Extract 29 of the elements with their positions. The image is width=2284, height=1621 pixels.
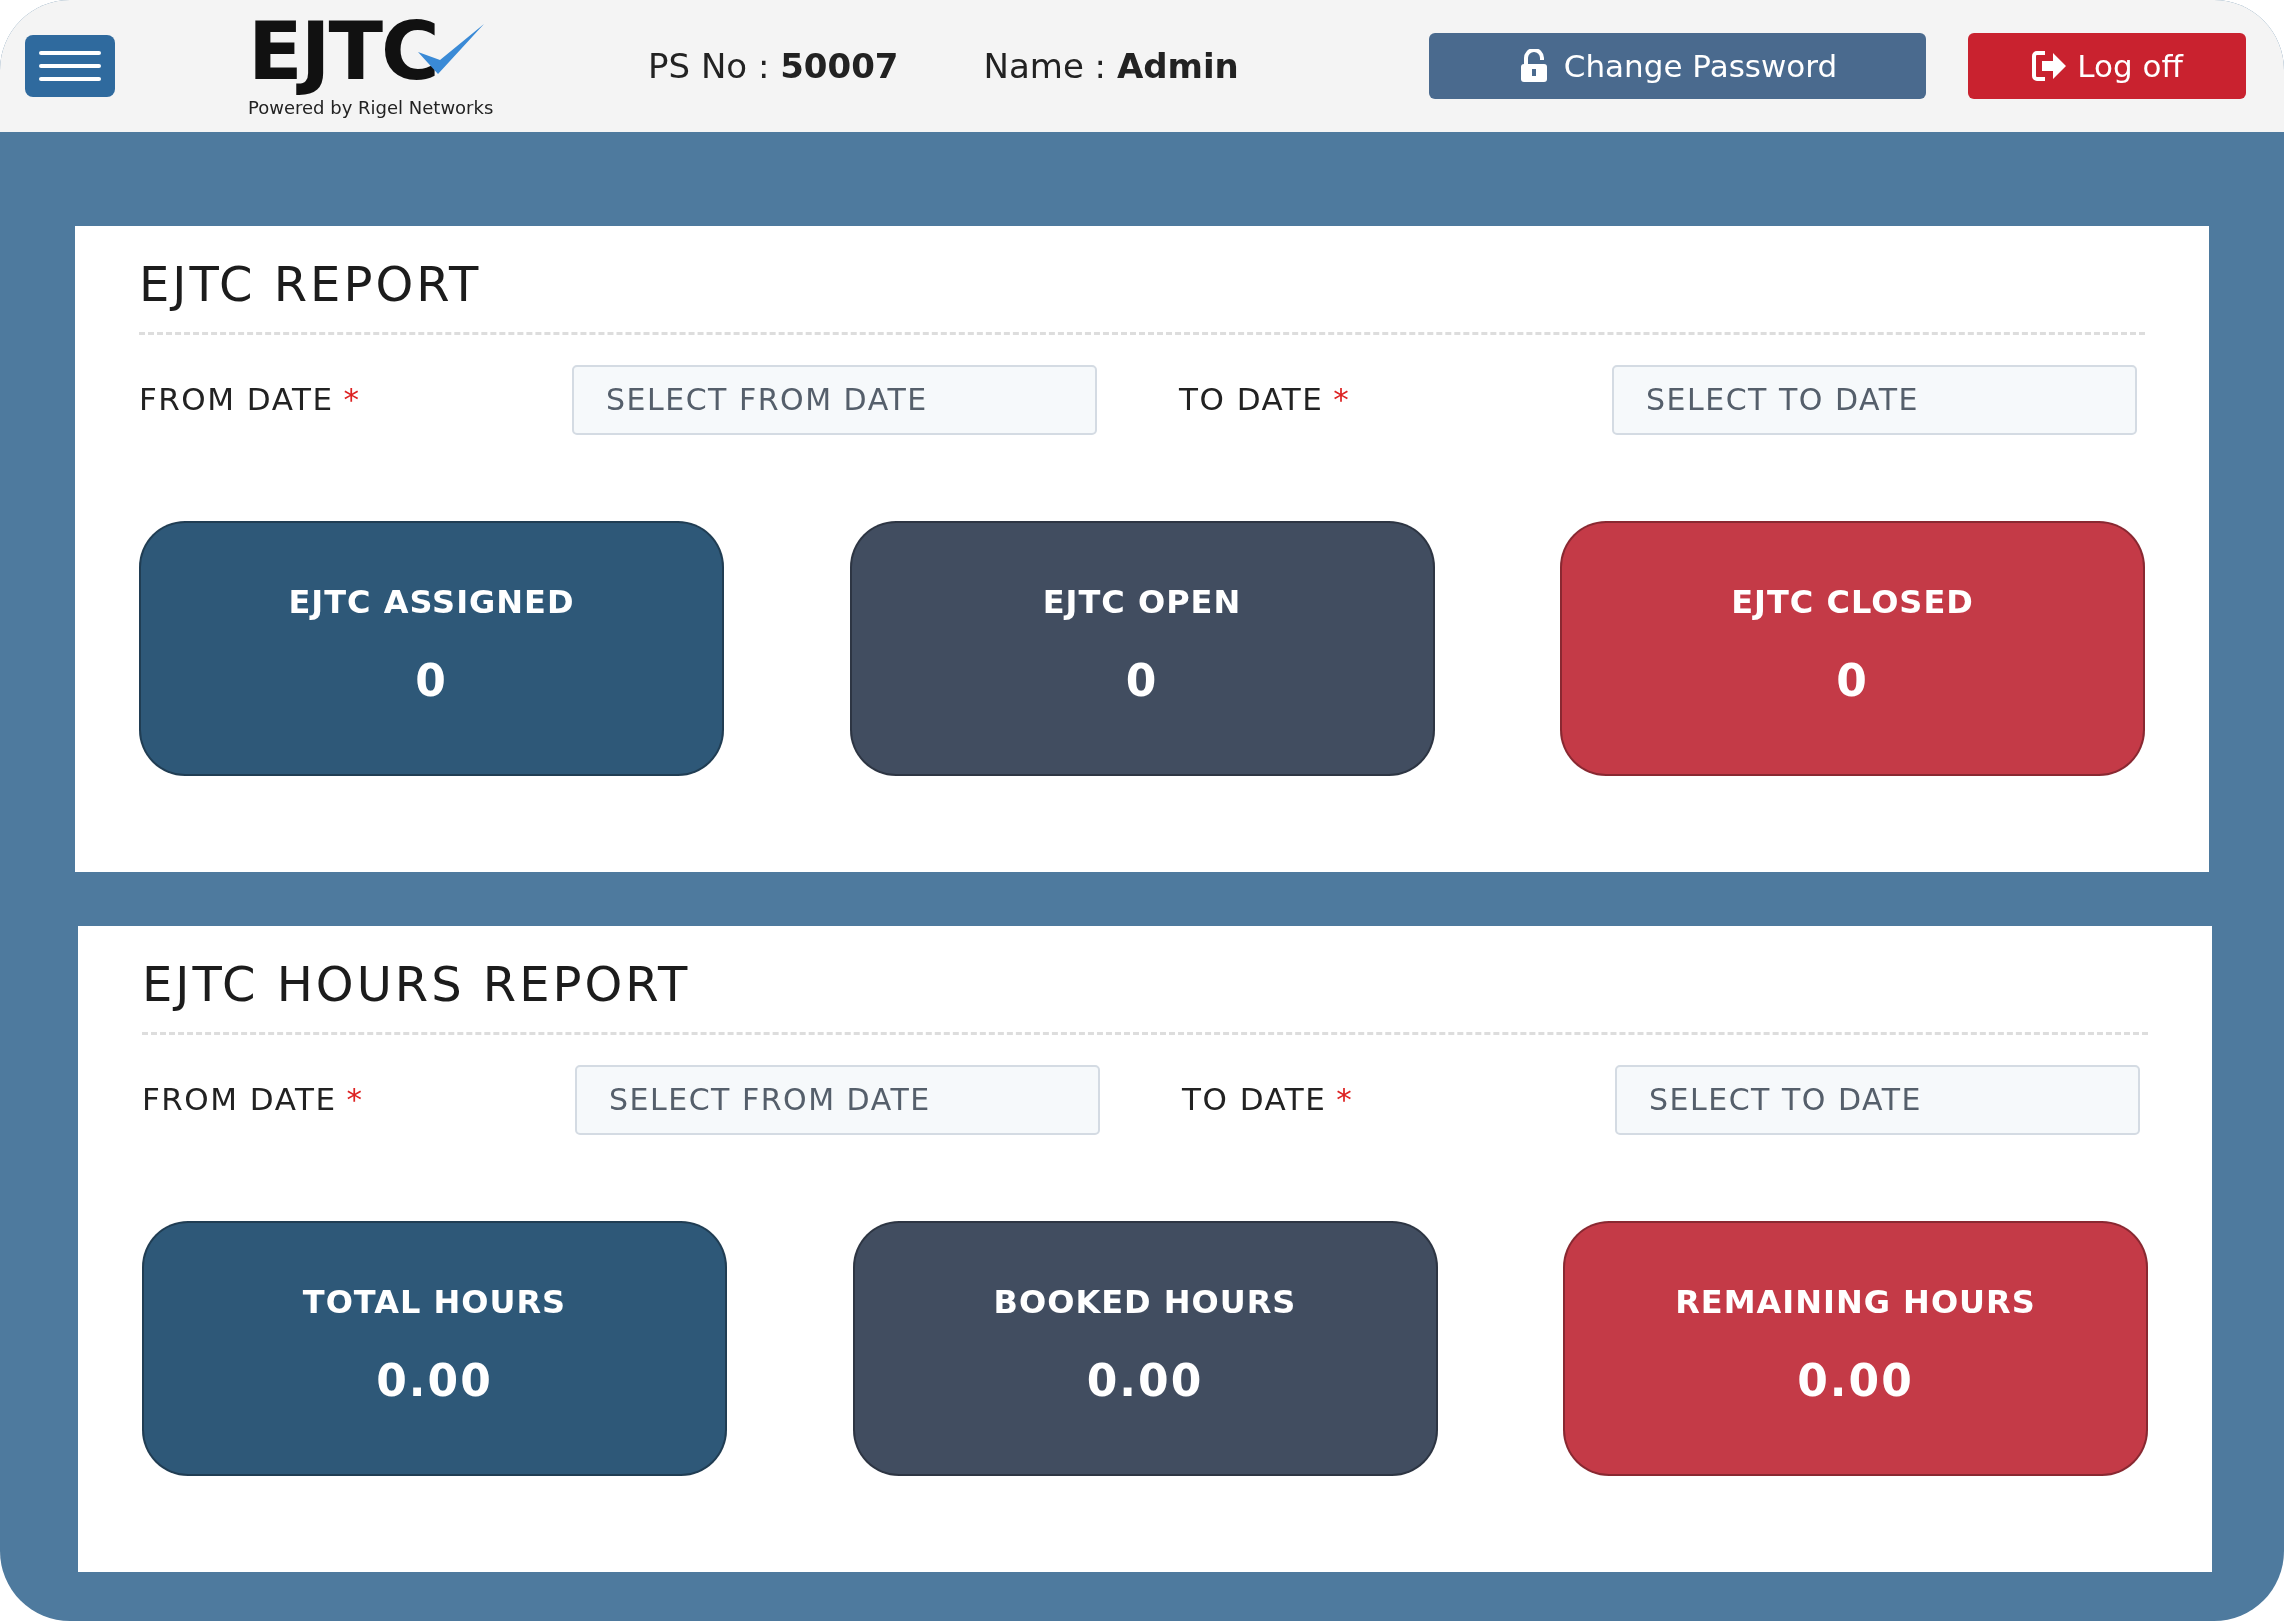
report-title: EJTC HOURS REPORT [142,956,2148,1035]
tile-value: 0.00 [1086,1353,1204,1408]
logo-tagline: Powered by Rigel Networks [248,95,495,120]
tile-value: 0 [415,653,448,708]
tile-label: EJTC CLOSED [1731,581,1974,623]
date-input-field[interactable]: SELECT FROM DATE [572,364,1097,435]
field-label: FROM DATE * [142,1080,365,1120]
tile-value: 0.00 [1797,1353,1914,1408]
tile-value: 0 [1125,653,1159,708]
field-label: FROM DATE * [139,380,362,420]
report-title: EJTC REPORT [139,256,2145,335]
date-input-field[interactable]: SELECT FROM DATE [575,1064,1100,1135]
tile-label: EJTC ASSIGNED [288,581,575,623]
ps-number: PS No : 50007 [648,44,899,88]
menu-button[interactable] [25,35,115,97]
date-input-field[interactable]: SELECT TO DATE [1612,364,2137,435]
tile-label: TOTAL HOURS [302,1281,567,1323]
field-label: TO DATE * [1182,1080,1355,1120]
date-input-field[interactable]: SELECT TO DATE [1615,1064,2140,1135]
tile-label: BOOKED HOURS [993,1281,1297,1323]
field-label: TO DATE * [1179,380,1352,420]
tile-label: EJTC OPEN [1042,581,1242,623]
user-name: Name : Admin [983,44,1239,88]
log-off-button[interactable]: Log off [1968,33,2246,99]
tile-value: 0.00 [376,1353,493,1408]
change-password-button[interactable]: Change Password [1429,33,1926,99]
tile-value: 0 [1836,653,1869,708]
tile-label: REMAINING HOURS [1675,1281,2036,1323]
sign-out-icon [2031,49,2068,83]
